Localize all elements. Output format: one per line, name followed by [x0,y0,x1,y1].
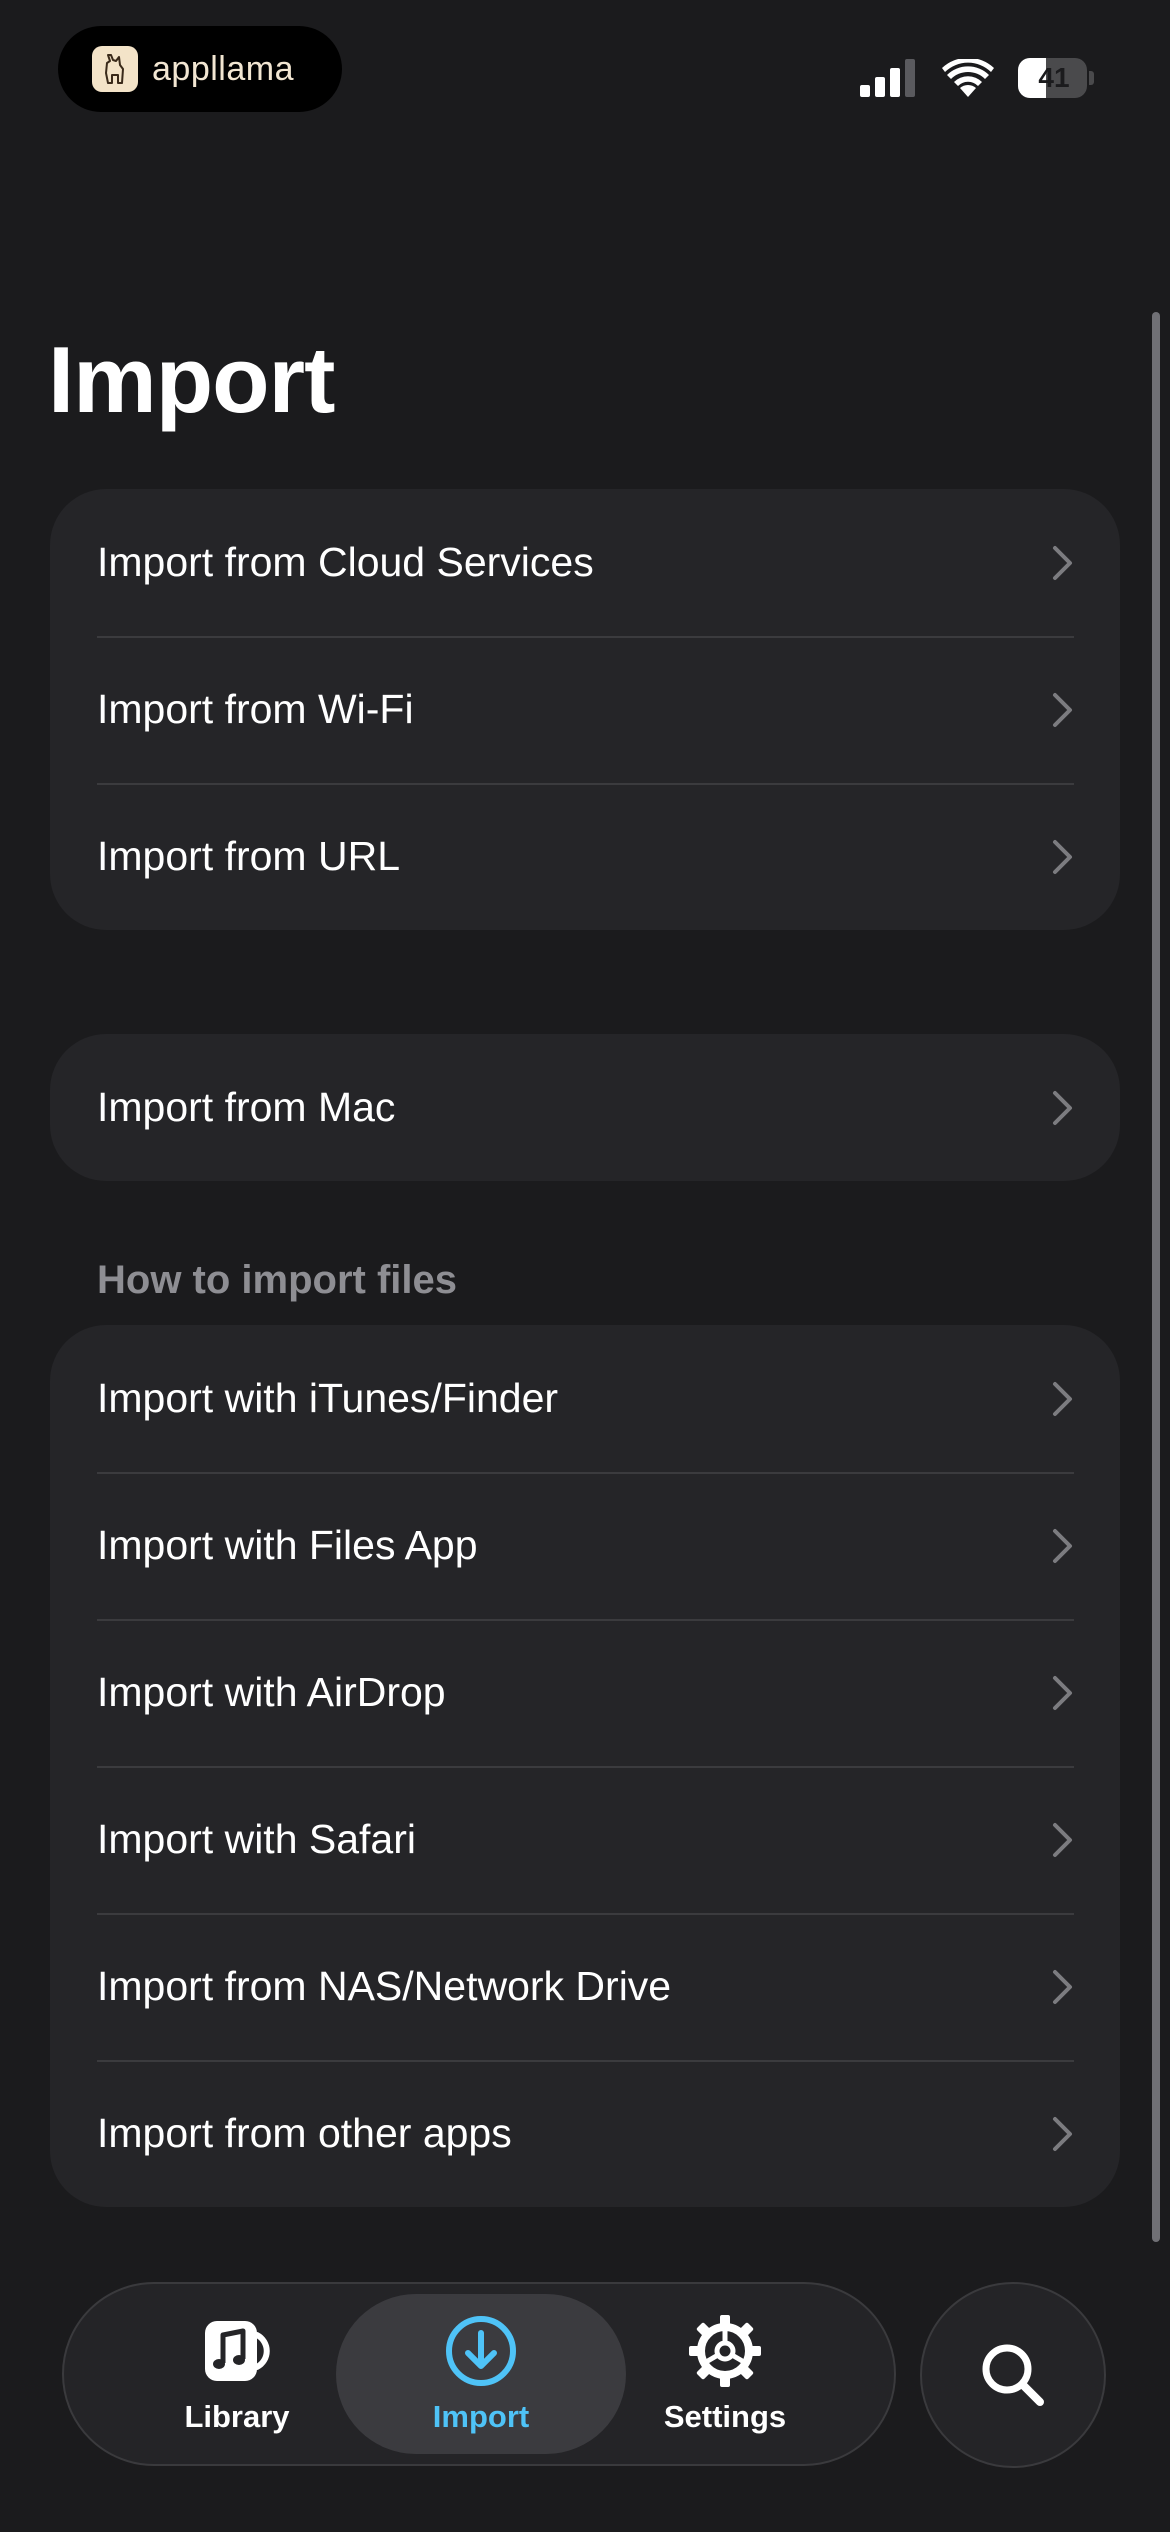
import-sources-group: Import from Cloud Services Import from W… [50,489,1120,930]
row-import-nas[interactable]: Import from NAS/Network Drive [50,1913,1120,2060]
tab-label: Library [184,2399,290,2434]
chevron-right-icon [1053,1822,1072,1857]
row-import-other-apps[interactable]: Import from other apps [50,2060,1120,2207]
chevron-right-icon [1053,1528,1072,1563]
llama-logo-icon [92,46,138,92]
row-import-cloud-services[interactable]: Import from Cloud Services [50,489,1120,636]
battery-indicator: 41 [1018,58,1094,98]
row-label: Import from URL [97,833,400,879]
music-note-icon [205,2321,270,2381]
battery-level-text: 41 [1038,62,1070,93]
row-label: Import from other apps [97,2110,512,2156]
chevron-right-icon [1053,839,1072,874]
tab-label: Settings [663,2399,787,2434]
import-mac-group: Import from Mac [50,1034,1120,1181]
how-to-import-group: Import with iTunes/Finder Import with Fi… [50,1325,1120,2207]
row-import-files-app[interactable]: Import with Files App [50,1472,1120,1619]
chevron-right-icon [1053,545,1072,580]
chevron-right-icon [1053,1969,1072,2004]
row-label: Import from Wi-Fi [97,686,414,732]
chevron-right-icon [1053,1381,1072,1416]
row-label: Import from Cloud Services [97,539,594,585]
row-label: Import with Safari [97,1816,416,1862]
row-import-wifi[interactable]: Import from Wi-Fi [50,636,1120,783]
scroll-indicator[interactable] [1152,312,1160,2242]
status-icons: 41 [860,56,1094,100]
tab-bar: Library Import Settings [62,2282,896,2466]
chevron-right-icon [1053,2116,1072,2151]
row-import-url[interactable]: Import from URL [50,783,1120,930]
row-label: Import from Mac [97,1084,396,1130]
app-banner-pill[interactable]: appllama [58,26,342,112]
chevron-right-icon [1053,1090,1072,1125]
tab-settings[interactable]: Settings [580,2294,870,2454]
chevron-right-icon [1053,692,1072,727]
download-circle-icon [446,2316,516,2386]
row-label: Import with iTunes/Finder [97,1375,559,1421]
row-import-itunes-finder[interactable]: Import with iTunes/Finder [50,1325,1120,1472]
row-label: Import with Files App [97,1522,478,1568]
status-bar: appllama 41 [0,0,1170,150]
tab-label: Import [432,2399,530,2434]
section-header-how-to-import: How to import files [97,1258,457,1302]
search-button[interactable] [920,2282,1106,2468]
cellular-signal-icon [860,59,915,97]
chevron-right-icon [1053,1675,1072,1710]
row-import-mac[interactable]: Import from Mac [50,1034,1120,1181]
row-import-airdrop[interactable]: Import with AirDrop [50,1619,1120,1766]
row-label: Import with AirDrop [97,1669,446,1715]
row-import-safari[interactable]: Import with Safari [50,1766,1120,1913]
app-name-label: appllama [152,49,294,88]
page-title: Import [48,327,335,432]
gear-icon [689,2315,761,2387]
search-icon [982,2344,1044,2406]
wifi-icon [942,59,994,97]
row-label: Import from NAS/Network Drive [97,1963,672,2009]
